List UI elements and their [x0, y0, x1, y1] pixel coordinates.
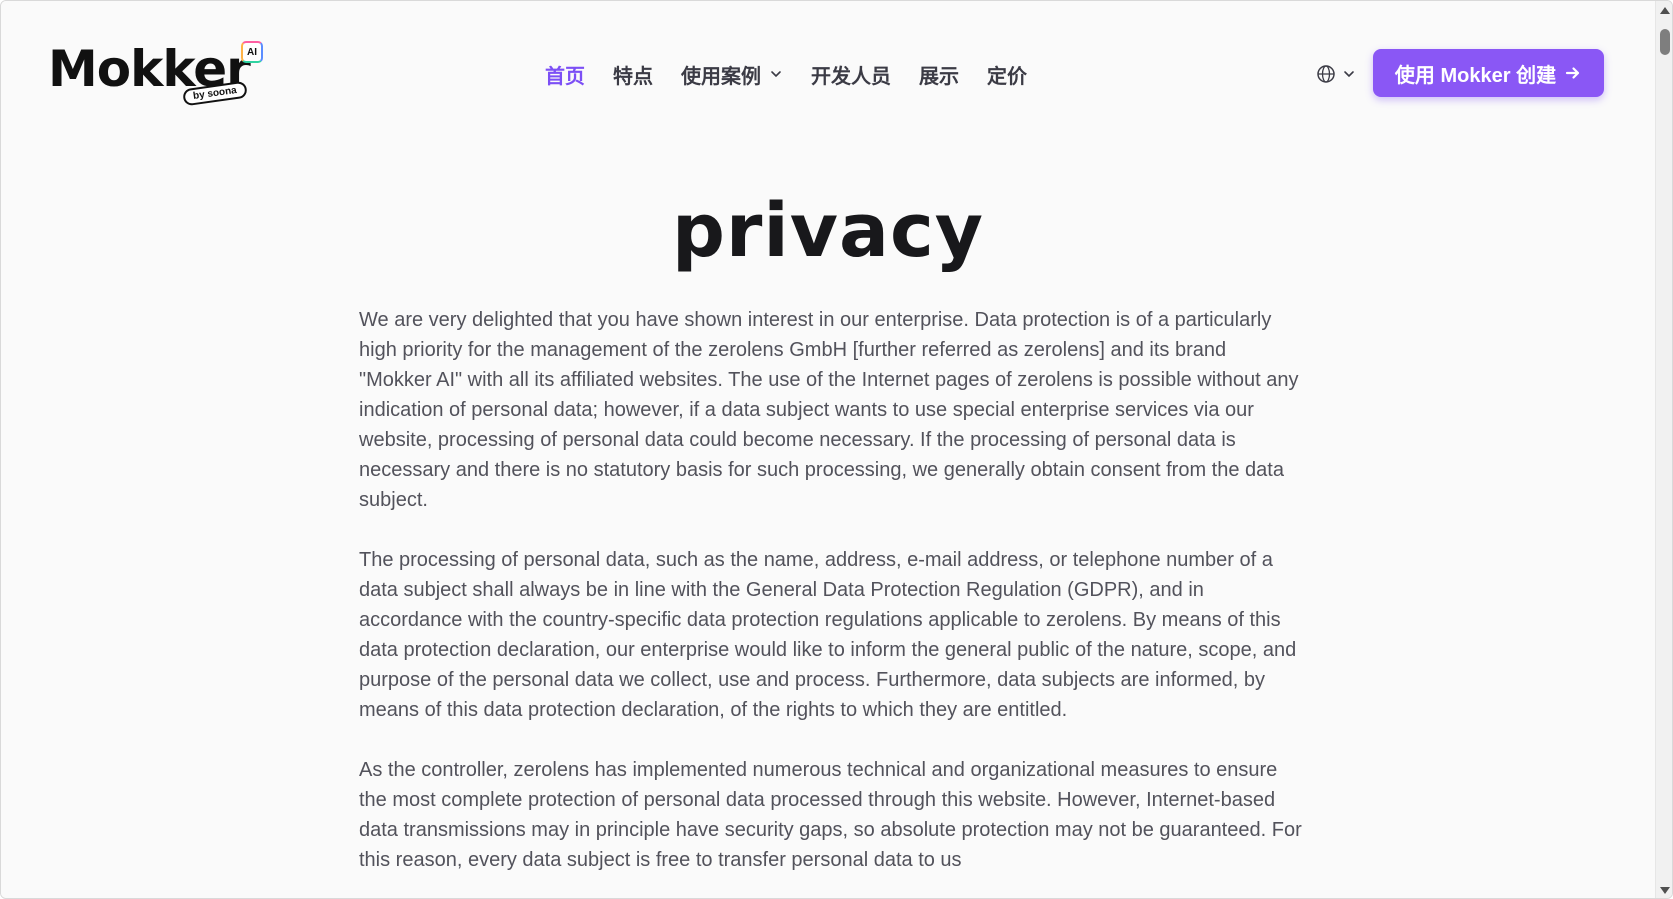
- page: Mokker AI by soona 首页 特点 使用案例 开发人员 展示 定价: [1, 1, 1655, 898]
- nav-item-features[interactable]: 特点: [613, 60, 653, 89]
- nav-item-use-cases-label: 使用案例: [681, 65, 761, 88]
- scroll-up-arrow-icon[interactable]: [1660, 7, 1670, 14]
- scrollbar-thumb[interactable]: [1660, 29, 1670, 55]
- chevron-down-icon: [1344, 71, 1354, 78]
- globe-icon: [1317, 65, 1335, 83]
- chevron-down-icon: [771, 71, 781, 78]
- paragraph: We are very delighted that you have show…: [359, 309, 1299, 511]
- nav-item-home[interactable]: 首页: [545, 60, 585, 89]
- logo-ai-badge: AI: [241, 41, 263, 63]
- site-header: Mokker AI by soona 首页 特点 使用案例 开发人员 展示 定价: [1, 1, 1655, 131]
- browser-window: Mokker AI by soona 首页 特点 使用案例 开发人员 展示 定价: [0, 0, 1673, 899]
- scroll-down-arrow-icon[interactable]: [1660, 887, 1670, 894]
- nav-item-developers[interactable]: 开发人员: [811, 60, 891, 89]
- paragraph: As the controller, zerolens has implemen…: [359, 759, 1302, 871]
- main-nav: 首页 特点 使用案例 开发人员 展示 定价: [545, 59, 1055, 89]
- logo[interactable]: Mokker AI by soona: [48, 39, 268, 109]
- privacy-content: We are very delighted that you have show…: [359, 305, 1304, 898]
- nav-item-showcase[interactable]: 展示: [919, 60, 959, 89]
- arrow-right-icon: [1565, 67, 1580, 79]
- page-title: privacy: [671, 188, 985, 274]
- vertical-scrollbar[interactable]: [1655, 1, 1672, 898]
- language-selector[interactable]: [1316, 61, 1356, 87]
- nav-item-pricing[interactable]: 定价: [987, 60, 1027, 89]
- create-with-mokker-button[interactable]: 使用 Mokker 创建: [1373, 49, 1604, 97]
- nav-item-use-cases[interactable]: 使用案例: [681, 60, 783, 89]
- cta-label: 使用 Mokker 创建: [1394, 64, 1557, 87]
- paragraph: The processing of personal data, such as…: [359, 549, 1297, 721]
